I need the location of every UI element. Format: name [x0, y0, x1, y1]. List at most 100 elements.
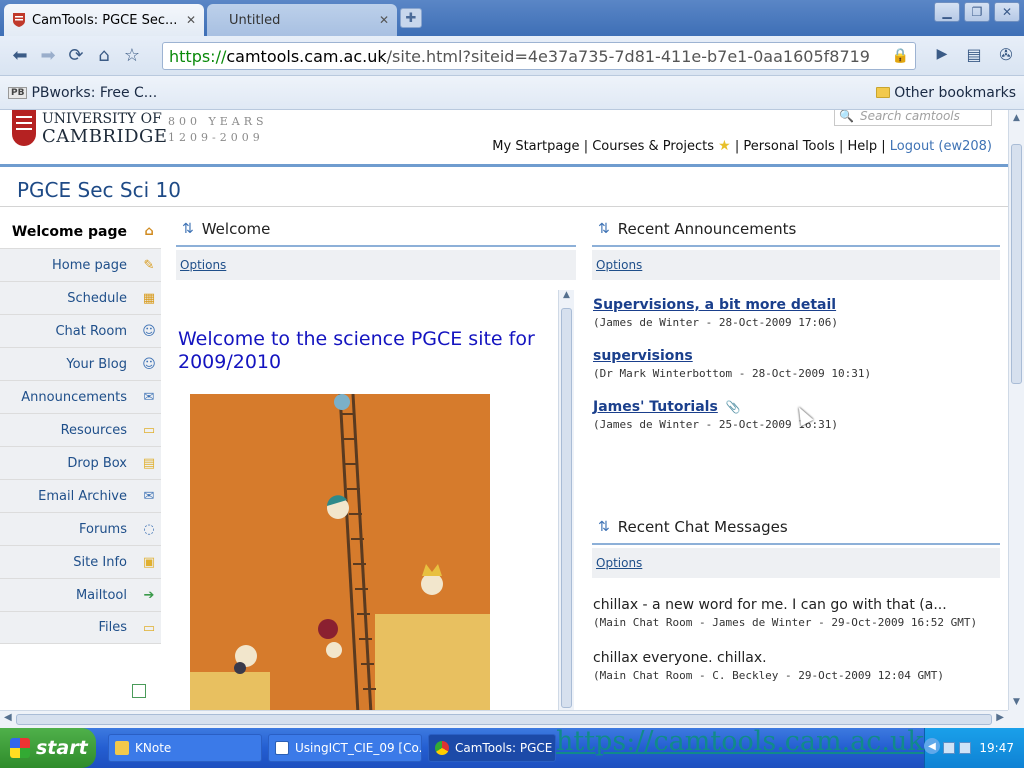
sidebar-item-forums[interactable]: Forums ◌ [0, 512, 161, 545]
tray-app-icon[interactable] [959, 742, 972, 754]
sidebar-item-resources[interactable]: Resources ▭ [0, 413, 161, 446]
chat-meta: (Main Chat Room - James de Winter - 29-O… [593, 616, 978, 629]
sidebar-item-your-blog[interactable]: Your Blog ☺ [0, 347, 161, 380]
start-button[interactable]: start [0, 728, 96, 768]
sidebar-item-label: Announcements [21, 389, 127, 405]
scroll-thumb[interactable] [1011, 144, 1022, 384]
clock[interactable]: 19:47 [979, 741, 1014, 755]
scroll-right-icon[interactable]: ▶ [996, 712, 1004, 723]
chat-options-link[interactable]: Options [596, 556, 642, 570]
scroll-up-icon[interactable]: ▲ [559, 290, 574, 306]
scroll-thumb[interactable] [561, 308, 572, 708]
sidebar-item-label: Forums [79, 521, 127, 537]
chat-person-icon: ☺ [142, 323, 156, 339]
speech-bubble-icon: ◌ [143, 521, 155, 537]
logout-link[interactable]: Logout (ew208) [890, 139, 992, 154]
university-logo[interactable]: UNIVERSITY OF CAMBRIDGE [42, 110, 168, 146]
chevron-left-icon[interactable]: ◀ [924, 738, 940, 754]
title-divider [0, 206, 1008, 207]
chat-text[interactable]: chillax - a new word for me. I can go wi… [593, 597, 977, 613]
sidebar-item-label: Chat Room [55, 323, 127, 339]
task-camtools-browser[interactable]: CamTools: PGCE Sec... [428, 734, 556, 762]
scroll-thumb[interactable] [16, 714, 992, 725]
sidebar-item-announcements[interactable]: Announcements ✉ [0, 380, 161, 413]
tab-untitled[interactable]: Untitled ✕ [207, 4, 397, 36]
minimize-icon[interactable]: ▁ [934, 2, 960, 22]
my-startpage-link[interactable]: My Startpage [492, 139, 579, 154]
announcement-link[interactable]: James' Tutorials [593, 399, 718, 415]
sidebar-item-label: Files [98, 620, 127, 635]
scroll-left-icon[interactable]: ◀ [4, 712, 12, 723]
sidebar-item-schedule[interactable]: Schedule ▦ [0, 281, 161, 314]
close-icon[interactable]: ✕ [186, 13, 196, 27]
sidebar-item-label: Mailtool [75, 587, 127, 603]
bookmark-other[interactable]: Other bookmarks [868, 85, 1024, 101]
search-placeholder: Search camtools [859, 110, 960, 123]
sidebar-item-home-page[interactable]: Home page ✎ [0, 248, 161, 281]
sidebar-item-site-info[interactable]: Site Info ▣ [0, 545, 161, 578]
scroll-down-icon[interactable]: ▼ [1009, 694, 1024, 710]
sidebar-item-drop-box[interactable]: Drop Box ▤ [0, 446, 161, 479]
sidebar-item-chat-room[interactable]: Chat Room ☺ [0, 314, 161, 347]
megaphone-icon: ✉ [143, 389, 155, 405]
forward-arrow-icon[interactable]: ➡ [34, 42, 62, 70]
new-tab-button[interactable]: ✚ [400, 8, 422, 28]
welcome-options-link[interactable]: Options [180, 258, 226, 272]
tab-camtools[interactable]: CamTools: PGCE Sec... ✕ [4, 4, 204, 36]
welcome-heading: Welcome to the science PGCE site for 200… [178, 328, 535, 373]
bookmark-label: PBworks: Free C... [31, 84, 158, 101]
home-icon[interactable]: ⌂ [90, 42, 118, 70]
sidebar: Welcome page ⌂ Home page ✎ Schedule ▦ Chat Roo… [0, 215, 161, 644]
restore-icon[interactable]: ❐ [964, 2, 990, 22]
task-knote[interactable]: KNote [108, 734, 262, 762]
announcement-link[interactable]: Supervisions, a bit more detail [593, 297, 838, 313]
envelope-icon: ✉ [143, 488, 155, 504]
refresh-icon[interactable]: ⇅ [598, 519, 610, 535]
cambridge-crest-favicon-icon [12, 13, 26, 27]
padlock-icon[interactable]: 🔒 [892, 48, 909, 64]
tray-icons [943, 742, 972, 754]
courses-projects-link[interactable]: Courses & Projects [592, 139, 714, 154]
collapse-sidebar-icon[interactable] [132, 684, 146, 698]
portlet-rule [592, 543, 1000, 545]
status-url-overlay: https://camtools.cam.ac.uk [556, 726, 924, 757]
refresh-icon[interactable]: ⇅ [182, 221, 194, 237]
back-arrow-icon[interactable]: ⬅ [6, 42, 34, 70]
welcome-header: ⇅ Welcome [182, 220, 270, 238]
reload-icon[interactable]: ⟳ [62, 42, 90, 70]
close-icon[interactable]: ✕ [379, 13, 389, 27]
close-window-icon[interactable]: ✕ [994, 2, 1020, 22]
sidebar-item-mailtool[interactable]: Mailtool ➔ [0, 578, 161, 611]
chat-text[interactable]: chillax everyone. chillax. [593, 650, 944, 666]
welcome-scrollbar[interactable]: ▲ [558, 290, 574, 710]
bookmark-star-icon[interactable]: ☆ [118, 42, 146, 70]
search-icon: 🔍 [839, 110, 854, 123]
scrollbar-corner [1008, 710, 1024, 728]
scroll-up-icon[interactable]: ▲ [1009, 110, 1024, 126]
announcement-item: supervisions (Dr Mark Winterbottom - 28-… [593, 348, 871, 380]
page-menu-icon[interactable]: ▤ [960, 40, 988, 68]
sidebar-item-files[interactable]: Files ▭ [0, 611, 161, 644]
sidebar-item-welcome-page[interactable]: Welcome page ⌂ [0, 215, 161, 248]
folder-icon [115, 741, 129, 755]
attachment-icon: 📎 [725, 400, 741, 414]
announcements-options-link[interactable]: Options [596, 258, 642, 272]
sidebar-item-label: Email Archive [38, 488, 127, 504]
sidebar-item-label: Drop Box [67, 455, 127, 471]
announcements-header: ⇅ Recent Announcements [598, 220, 796, 238]
address-bar[interactable]: https:// camtools.cam.ac.uk /site.html?s… [162, 42, 916, 70]
help-link[interactable]: Help [847, 139, 877, 154]
page-vertical-scrollbar[interactable]: ▲ ▼ [1008, 110, 1024, 710]
personal-tools-link[interactable]: Personal Tools [743, 139, 834, 154]
tray-app-icon[interactable] [943, 742, 956, 754]
tab-title: Untitled [229, 12, 281, 28]
refresh-icon[interactable]: ⇅ [598, 221, 610, 237]
announcement-link[interactable]: supervisions [593, 348, 871, 364]
play-arrow-icon[interactable]: ▶ [928, 40, 956, 68]
sidebar-item-email-archive[interactable]: Email Archive ✉ [0, 479, 161, 512]
bookmark-pbworks[interactable]: PB PBworks: Free C... [0, 85, 165, 101]
task-word-document[interactable]: UsingICT_CIE_09 [Co... [268, 734, 422, 762]
wrench-icon[interactable]: ✇ [992, 40, 1020, 68]
search-input[interactable]: 🔍 Search camtools [834, 110, 992, 126]
portlet-rule [592, 245, 1000, 247]
